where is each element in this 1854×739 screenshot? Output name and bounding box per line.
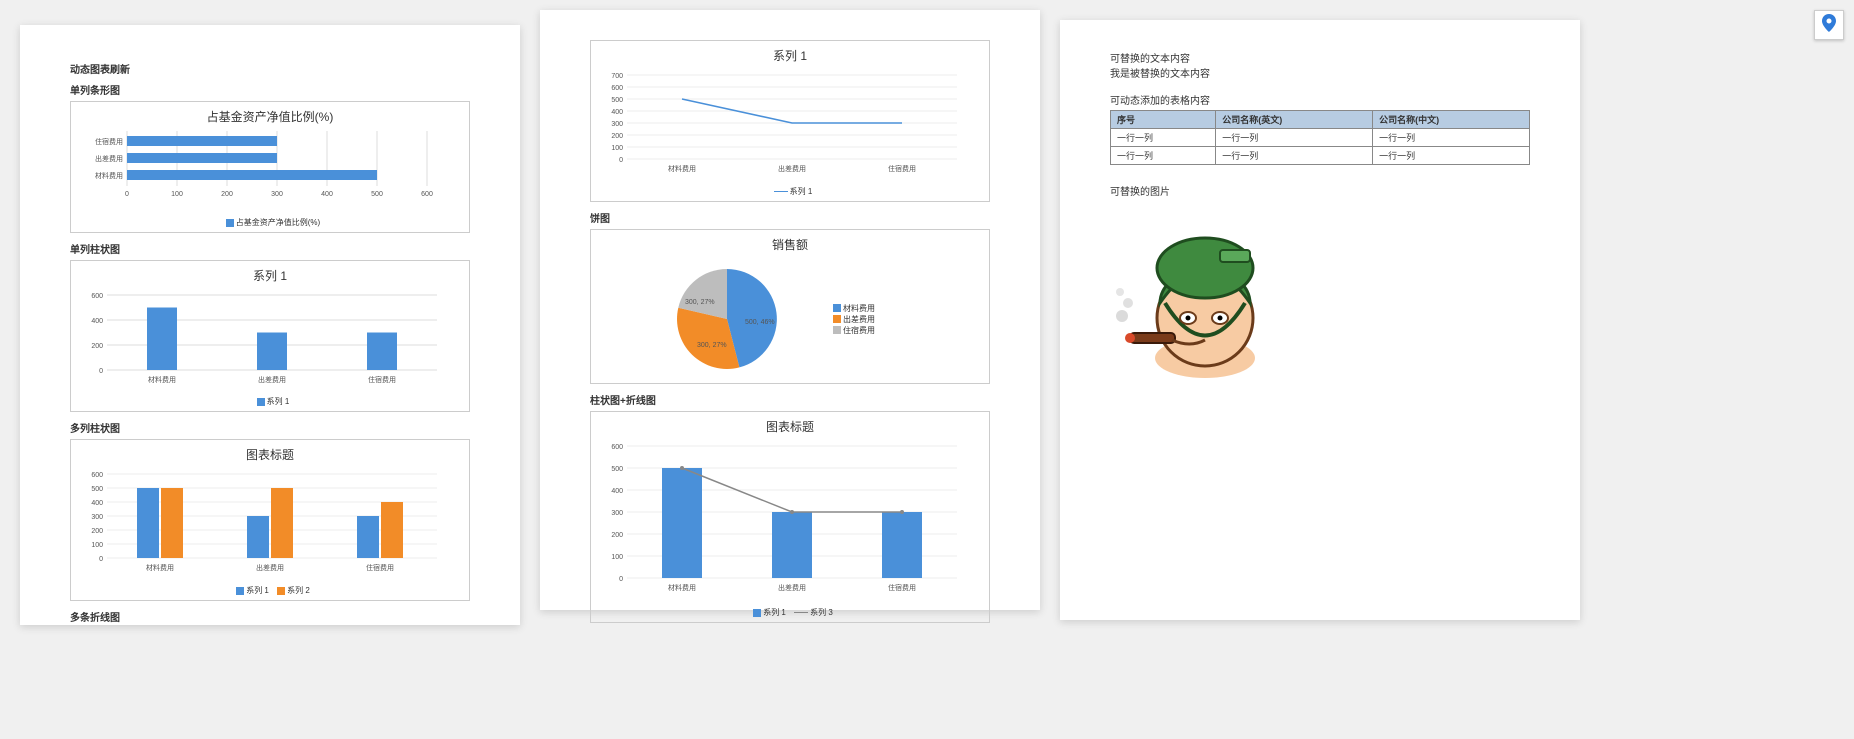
chart-combo: 图表标题 0 100 200 300 400 5 [590, 411, 990, 623]
svg-text:出差费用: 出差费用 [95, 154, 123, 163]
svg-text:500: 500 [91, 486, 103, 493]
svg-text:材料费用: 材料费用 [146, 563, 174, 572]
combo-heading: 柱状图+折线图 [590, 392, 990, 407]
svg-text:0: 0 [125, 191, 129, 198]
svg-text:500: 500 [611, 97, 623, 104]
svg-text:600: 600 [611, 85, 623, 92]
svg-text:住宿费用: 住宿费用 [95, 137, 123, 146]
svg-text:400: 400 [611, 488, 623, 495]
svg-text:出差费用: 出差费用 [256, 563, 284, 572]
location-pin-button[interactable] [1814, 10, 1844, 40]
dynamic-table: 序号 公司名称(英文) 公司名称(中文) 一行一列 一行一列 一行一列 一行一列… [1110, 110, 1530, 165]
svg-text:300: 300 [611, 121, 623, 128]
hbar-svg: 住宿费用 出差费用 材料费用 0 100 200 300 400 500 600 [77, 131, 457, 211]
table-header-row: 序号 公司名称(英文) 公司名称(中文) [1111, 111, 1530, 129]
chart-vbar1: 系列 1 0 200 400 600 材料费用 出差费用 住宿费用 系列 1 [70, 260, 470, 412]
svg-text:材料费用: 材料费用 [668, 164, 696, 173]
svg-text:400: 400 [321, 191, 333, 198]
svg-text:0: 0 [619, 157, 623, 164]
svg-text:400: 400 [91, 500, 103, 507]
replaceable-image [1110, 208, 1280, 381]
main-heading: 动态图表刷新 [70, 61, 470, 76]
svg-text:500: 500 [371, 191, 383, 198]
svg-text:500, 46%: 500, 46% [745, 319, 775, 326]
page-3: 可替换的文本内容 我是被替换的文本内容 可动态添加的表格内容 序号 公司名称(英… [1060, 20, 1580, 620]
svg-text:0: 0 [99, 368, 103, 375]
svg-text:100: 100 [91, 542, 103, 549]
vbar-multi-svg: 0 100 200 300 400 500 600 材料费用 出差费用 住宿费用 [77, 469, 457, 579]
hbar-heading: 单列条形图 [70, 82, 470, 97]
svg-text:住宿费用: 住宿费用 [888, 164, 916, 173]
image-section-heading: 可替换的图片 [1110, 183, 1530, 198]
combo-svg: 0 100 200 300 400 500 600 材料费用 出差费用 住宿费用 [597, 441, 977, 601]
chart-line1: 系列 1 0 100 200 300 400 500 600 700 材 [590, 40, 990, 202]
line1-svg: 0 100 200 300 400 500 600 700 材料费用 出差费用 … [597, 70, 977, 180]
pie-legend: 材料费用 出差费用 住宿费用 [827, 303, 875, 336]
svg-text:出差费用: 出差费用 [778, 164, 806, 173]
text-section-heading: 可替换的文本内容 [1110, 50, 1530, 65]
th-2: 公司名称(中文) [1373, 111, 1530, 129]
chart-vbar-multi: 图表标题 0 100 200 300 400 [70, 439, 470, 601]
multi-vbar-heading: 多列柱状图 [70, 420, 470, 435]
svg-text:出差费用: 出差费用 [778, 583, 806, 592]
svg-text:600: 600 [91, 293, 103, 300]
svg-text:住宿费用: 住宿费用 [366, 563, 394, 572]
svg-text:300: 300 [271, 191, 283, 198]
svg-text:材料费用: 材料费用 [95, 171, 123, 180]
svg-text:200: 200 [611, 133, 623, 140]
svg-text:100: 100 [611, 554, 623, 561]
page-2: 系列 1 0 100 200 300 400 500 600 700 材 [540, 10, 1040, 610]
svg-text:600: 600 [421, 191, 433, 198]
svg-text:600: 600 [91, 472, 103, 479]
text-section-body: 我是被替换的文本内容 [1110, 65, 1530, 80]
svg-text:300: 300 [611, 510, 623, 517]
svg-text:100: 100 [611, 145, 623, 152]
chart-pie: 销售额 500, 46% 300, 27% 300, 27% 材料费用 出差费用… [590, 229, 990, 384]
chart-hbar: 占基金资产净值比例(%) 住宿费用 出差费用 材料费用 [70, 101, 470, 233]
table-section-heading: 可动态添加的表格内容 [1110, 92, 1530, 107]
svg-text:材料费用: 材料费用 [668, 583, 696, 592]
chart-title: 占基金资产净值比例(%) [77, 108, 463, 125]
vbar-heading: 单列柱状图 [70, 241, 470, 256]
svg-text:0: 0 [99, 556, 103, 563]
svg-text:300, 27%: 300, 27% [685, 299, 715, 306]
hbar-legend: 占基金资产净值比例(%) [77, 217, 463, 228]
svg-text:200: 200 [221, 191, 233, 198]
svg-text:200: 200 [91, 343, 103, 350]
table-row: 一行一列 一行一列 一行一列 [1111, 147, 1530, 165]
th-1: 公司名称(英文) [1216, 111, 1373, 129]
svg-text:400: 400 [91, 318, 103, 325]
svg-text:200: 200 [611, 532, 623, 539]
page-1: 动态图表刷新 单列条形图 占基金资产净值比例(%) 住宿费用 出差费用 [20, 25, 520, 625]
th-0: 序号 [1111, 111, 1216, 129]
svg-text:300, 27%: 300, 27% [697, 342, 727, 349]
svg-text:出差费用: 出差费用 [258, 375, 286, 384]
svg-text:300: 300 [91, 514, 103, 521]
map-pin-icon [1822, 14, 1836, 37]
svg-text:200: 200 [91, 528, 103, 535]
table-row: 一行一列 一行一列 一行一列 [1111, 129, 1530, 147]
svg-text:100: 100 [171, 191, 183, 198]
pie-svg: 500, 46% 300, 27% 300, 27% [597, 259, 827, 379]
chart-title: 系列 1 [77, 267, 463, 284]
multi-line-heading: 多条折线图 [70, 609, 470, 624]
svg-text:500: 500 [611, 466, 623, 473]
svg-text:材料费用: 材料费用 [148, 375, 176, 384]
pie-heading: 饼图 [590, 210, 990, 225]
svg-text:住宿费用: 住宿费用 [368, 375, 396, 384]
svg-text:600: 600 [611, 444, 623, 451]
svg-text:400: 400 [611, 109, 623, 116]
vbar1-svg: 0 200 400 600 材料费用 出差费用 住宿费用 [77, 290, 457, 390]
svg-text:住宿费用: 住宿费用 [888, 583, 916, 592]
svg-text:0: 0 [619, 576, 623, 583]
svg-text:700: 700 [611, 73, 623, 80]
